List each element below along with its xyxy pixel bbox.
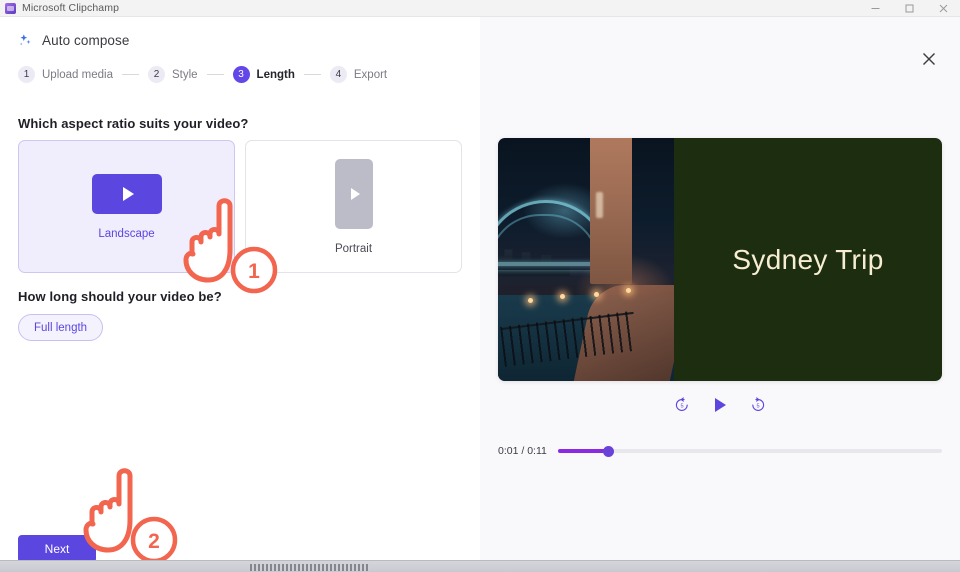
wizard-stepper: 1 Upload media 2 Style 3 Length 4 Export [18,66,387,83]
clipchamp-icon [5,2,16,14]
bridge-pylon-shape [589,138,632,284]
step-number: 4 [329,66,347,83]
step-label: Length [256,68,295,81]
step-separator [206,74,224,75]
step-separator [121,74,139,75]
step-separator [303,74,321,75]
video-preview[interactable]: Sydney Trip [498,138,942,381]
aspect-ratio-heading: Which aspect ratio suits your video? [18,116,249,131]
skip-forward-5s-icon[interactable]: 5 [748,395,768,415]
auto-compose-label: Auto compose [42,33,130,48]
street-lamp-icon [560,294,565,299]
timeline-scrubber[interactable] [557,445,942,457]
preview-photo-sydney-bridge [498,138,674,381]
annotation-cursor-2: 2 [72,462,184,570]
portrait-label: Portrait [334,242,373,255]
auto-compose-header: Auto compose [18,33,130,48]
step-upload-media[interactable]: 1 Upload media [18,66,113,83]
step-label: Export [353,68,388,81]
minimize-icon[interactable] [858,0,892,17]
taskbar-items[interactable] [250,564,370,571]
clipchamp-window: Microsoft Clipchamp Auto compose 1 Uploa… [0,0,960,572]
maximize-icon[interactable] [892,0,926,17]
annotation-number-1: 1 [248,260,260,283]
step-label: Style [171,68,198,81]
preview-title-text: Sydney Trip [732,243,884,275]
step-number: 2 [147,66,165,83]
portrait-thumbnail-icon [334,158,373,229]
play-icon [122,186,134,201]
step-label: Upload media [42,68,113,81]
play-icon [350,187,360,200]
timeline-progress-fill [557,449,608,453]
street-lamp-icon [626,288,631,293]
step-style[interactable]: 2 Style [147,66,198,83]
full-length-chip[interactable]: Full length [18,314,104,341]
play-icon [714,398,726,412]
step-number: 3 [232,66,250,83]
step-export[interactable]: 4 Export [329,66,388,83]
time-display: 0:01 / 0:11 [498,445,547,457]
sparkles-icon [19,34,31,46]
close-icon[interactable] [926,0,960,17]
preview-title-panel: Sydney Trip [674,138,942,381]
playback-controls: 5 5 [480,395,960,415]
timeline-handle[interactable] [602,445,614,457]
window-controls [858,0,960,17]
street-lamp-icon [528,298,533,303]
annotation-number-2: 2 [148,530,160,553]
street-lamp-icon [594,292,599,297]
skip-back-5s-icon[interactable]: 5 [672,395,692,415]
play-button[interactable] [710,395,730,415]
svg-text:5: 5 [756,404,759,410]
title-bar: Microsoft Clipchamp [0,0,960,17]
preview-panel: Sydney Trip 5 5 0:01 / 0:11 [480,17,960,560]
landscape-label: Landscape [98,227,155,240]
landscape-thumbnail-icon [91,173,162,214]
step-number: 1 [18,66,35,83]
svg-text:5: 5 [680,404,683,410]
annotation-cursor-1: 1 [172,192,284,300]
taskbar [0,560,960,572]
step-length[interactable]: 3 Length [232,66,295,83]
timeline-row: 0:01 / 0:11 [498,442,942,460]
window-title: Microsoft Clipchamp [22,2,120,14]
close-icon[interactable] [918,48,940,70]
